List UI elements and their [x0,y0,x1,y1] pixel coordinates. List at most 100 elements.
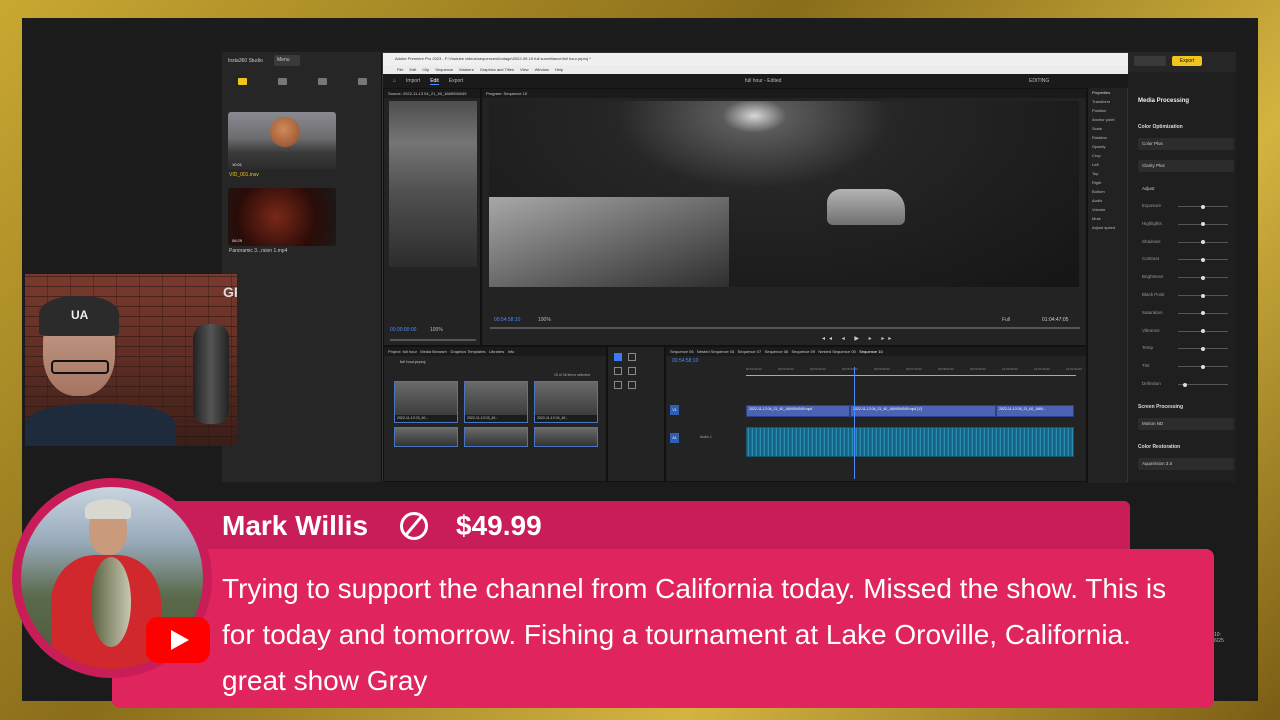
prop-transform[interactable]: Transform [1088,97,1127,106]
adjust-slider[interactable] [1178,222,1228,227]
adjust-slider[interactable] [1178,257,1228,262]
tab-sequence-active[interactable]: Sequence 10 [859,349,883,354]
menu-item[interactable]: Sequence [435,67,453,72]
menu-item[interactable]: Markers [459,67,473,72]
folder-icon[interactable] [277,77,287,85]
tab-media-browser[interactable]: Media Browser [420,349,447,354]
adjust-slider[interactable] [1178,293,1228,298]
slider-knob[interactable] [1182,382,1187,387]
motion-nd-option[interactable]: Motion ND [1138,418,1234,430]
tab-import[interactable]: Import [406,78,420,84]
slider-knob[interactable] [1201,275,1205,280]
clip-thumbnail[interactable]: 06:29 [228,188,336,246]
tab-sequence[interactable]: Nested Sequence 05 [818,349,855,354]
menu-item[interactable]: File [397,67,403,72]
program-zoom[interactable]: 100% [538,317,551,323]
home-icon[interactable]: ⌂ [393,78,396,84]
tab-sequence[interactable]: Sequence 06 [670,349,694,354]
hand-tool-icon[interactable] [614,381,622,389]
track-v1-label[interactable]: V1 [670,405,679,415]
adjust-slider[interactable] [1178,204,1228,209]
clarity-plus-option[interactable]: Clarity Plus [1138,160,1234,172]
time-ruler[interactable]: 00:52:00:00 00:53:00:00 00:54:00:00 00:5… [746,367,1082,375]
menu-button[interactable]: Menu [274,55,300,66]
clip-thumbnail[interactable]: 10:01 [228,112,336,170]
color-plus-option[interactable]: Color Plus [1138,138,1234,150]
menu-item[interactable]: Help [555,67,563,72]
aquavision-option[interactable]: AquaVision 3.0 [1138,458,1234,470]
prop-crop[interactable]: Crop [1088,151,1127,160]
album-icon[interactable] [357,77,367,85]
menu-item[interactable]: View [520,67,529,72]
selection-tool-icon[interactable] [614,353,622,361]
slider-knob[interactable] [1201,346,1205,351]
menu-item[interactable]: Clip [422,67,429,72]
tab-export[interactable]: Export [449,78,463,84]
source-tab[interactable]: Source: 2022-11-13 04_21_40_1669094049 [384,89,480,98]
audio-clip-waveform[interactable] [746,427,1074,457]
menu-item[interactable]: Graphics and Titles [480,67,514,72]
prop-audio[interactable]: Audio [1088,196,1127,205]
slider-knob[interactable] [1201,204,1205,209]
tab-sequence[interactable]: Nested Sequence 04 [697,349,734,354]
export-button[interactable]: Export [1172,56,1202,66]
video-clip[interactable]: 2022-11-13 04_21_40_1669094049.mp4 [746,405,850,417]
slider-knob[interactable] [1201,364,1205,369]
prop-opacity[interactable]: Opacity [1088,142,1127,151]
razor-tool-icon[interactable] [614,367,622,375]
prop-left[interactable]: Left [1088,160,1127,169]
adjust-slider[interactable] [1178,275,1228,280]
tab-project[interactable]: Project: full hour [388,349,417,354]
work-area-bar[interactable] [746,375,1076,376]
project-item[interactable]: 2022-11-13 03_40... [464,381,528,423]
prop-rotation[interactable]: Rotation [1088,133,1127,142]
video-clip[interactable]: 2022-11-13 05_21_00_1669... [996,405,1074,417]
prop-position[interactable]: Position [1088,106,1127,115]
adjust-slider[interactable] [1178,382,1228,387]
program-tab[interactable]: Program: Sequence 10 [482,89,1086,98]
program-scrubber[interactable] [490,327,1080,329]
cloud-icon[interactable] [317,77,327,85]
adjust-slider[interactable] [1178,346,1228,351]
tab-sequence[interactable]: Sequence 07 [738,349,762,354]
prop-scale[interactable]: Scale [1088,124,1127,133]
menu-item[interactable]: Edit [409,67,416,72]
video-clip[interactable]: 2022-11-13 04_21_40_1669094049.mp4 [V] [850,405,996,417]
tab-graphics-templates[interactable]: Graphics Templates [450,349,485,354]
slider-knob[interactable] [1201,293,1205,298]
adjust-slider[interactable] [1178,364,1228,369]
prop-volume[interactable]: Volume [1088,205,1127,214]
menu-item[interactable]: Window [535,67,549,72]
adjust-slider[interactable] [1178,329,1228,334]
source-scrubber[interactable] [390,339,476,341]
project-item[interactable]: 2022-11-13 03_40... [394,381,458,423]
transport-controls[interactable]: ◂◂ ◂ ▶ ▸ ▸▸ [822,335,895,342]
track-a1-label[interactable]: A1 [670,433,679,443]
prop-mute[interactable]: Mute [1088,214,1127,223]
share-button[interactable] [1134,56,1166,66]
type-tool-icon[interactable] [628,381,636,389]
source-zoom[interactable]: 100% [430,327,443,333]
prop-top[interactable]: Top [1088,169,1127,178]
prop-bottom[interactable]: Bottom [1088,187,1127,196]
prop-right[interactable]: Right [1088,178,1127,187]
editing-workspace-label[interactable]: EDITING [1029,78,1049,84]
adjust-slider[interactable] [1178,311,1228,316]
tab-sequence[interactable]: Sequence 09 [791,349,815,354]
prop-anchor[interactable]: Anchor point [1088,115,1127,124]
project-item[interactable]: 2022-11-13 04_40... [534,381,598,423]
project-item[interactable] [534,427,598,447]
prop-adjust-speed[interactable]: Adjust speed [1088,223,1127,232]
track-select-tool-icon[interactable] [628,353,636,361]
slider-knob[interactable] [1201,257,1205,262]
tab-info[interactable]: Info [508,349,515,354]
project-item[interactable] [464,427,528,447]
media-library-icon[interactable] [237,77,247,85]
playhead[interactable] [854,367,855,479]
tab-libraries[interactable]: Libraries [489,349,504,354]
project-item[interactable] [394,427,458,447]
program-quality[interactable]: Full [1002,317,1010,323]
adjust-slider[interactable] [1178,240,1228,245]
tab-sequence[interactable]: Sequence 08 [765,349,789,354]
ripple-edit-tool-icon[interactable] [628,367,636,375]
